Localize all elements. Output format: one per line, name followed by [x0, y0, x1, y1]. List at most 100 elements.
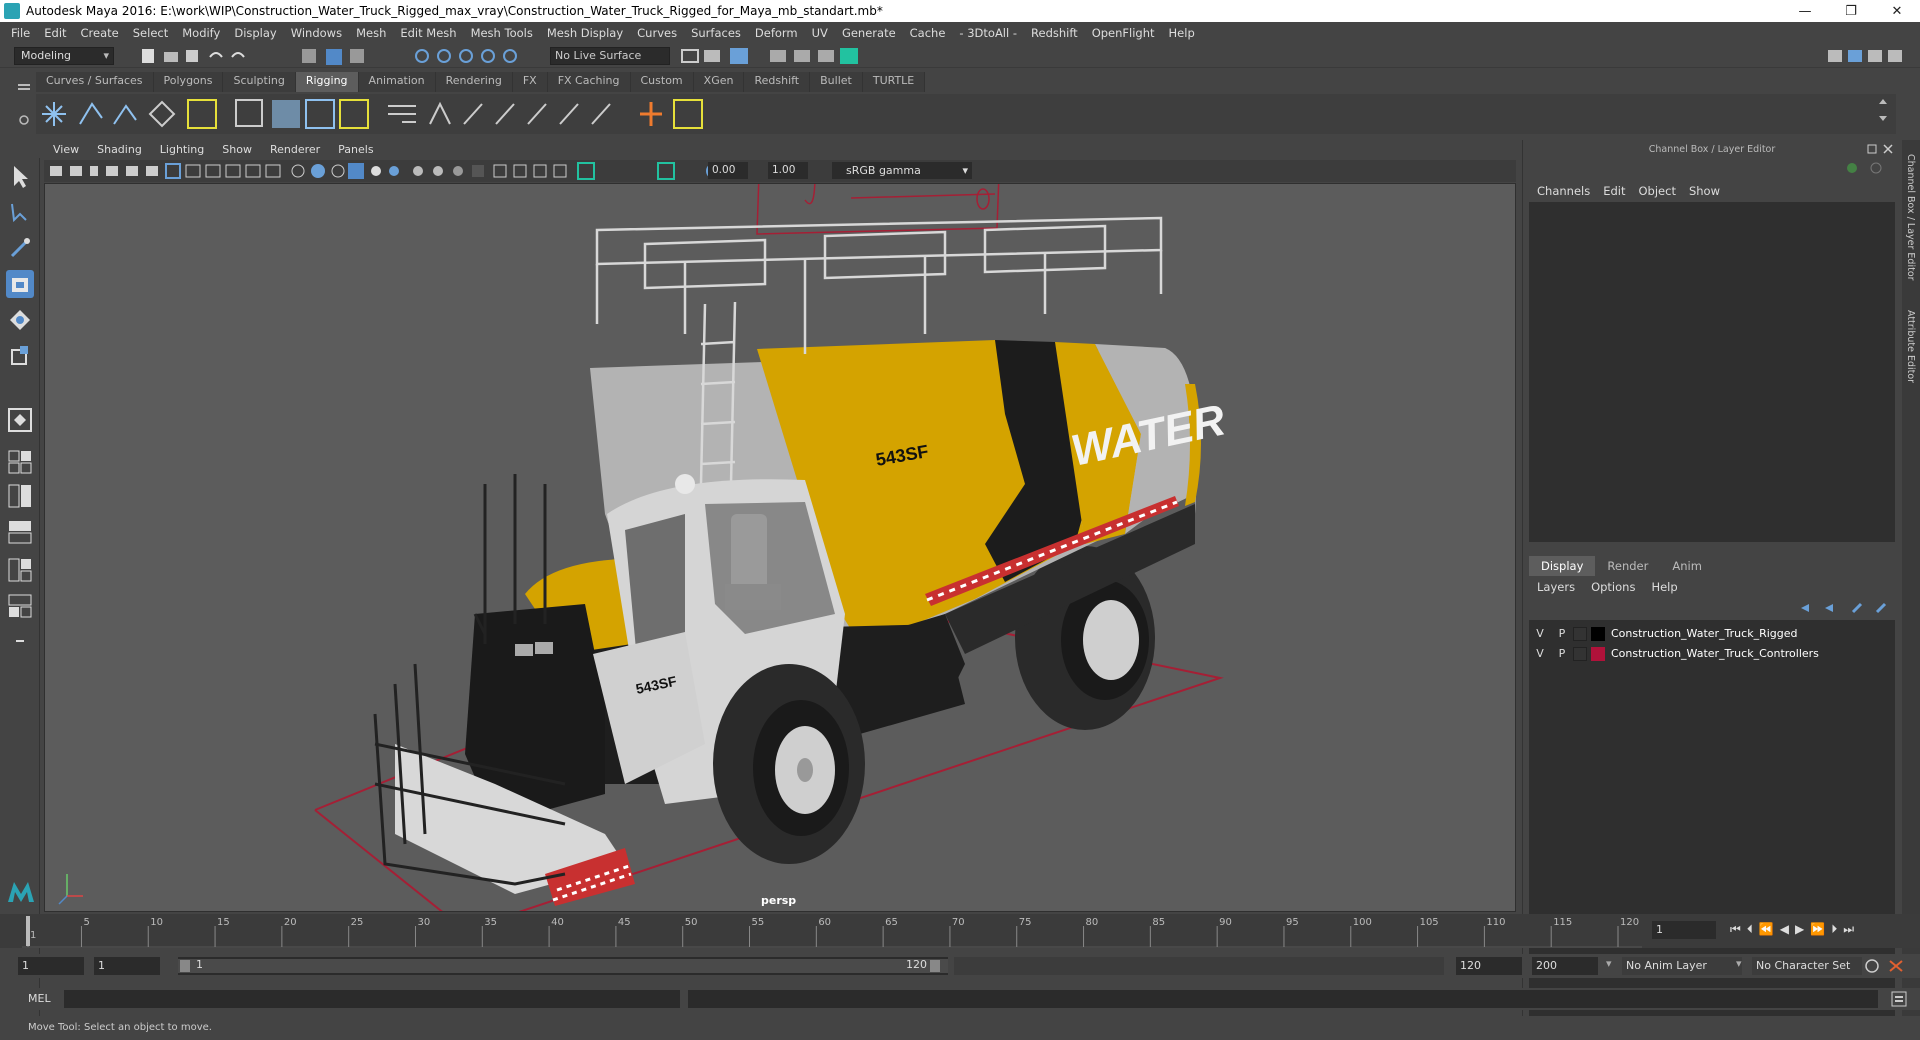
layer-row[interactable]: V P Construction_Water_Truck_Controllers: [1529, 644, 1895, 663]
menu-curves[interactable]: Curves: [630, 26, 684, 40]
menu-windows[interactable]: Windows: [284, 26, 349, 40]
select-tool-icon[interactable]: [6, 162, 34, 190]
menu-mesh[interactable]: Mesh: [349, 26, 393, 40]
panel-menu-show[interactable]: Show: [213, 143, 261, 156]
collapse-toolbox-icon[interactable]: [6, 628, 34, 656]
perspective-viewport[interactable]: WATER 543SF 543SF persp: [44, 183, 1516, 912]
menu-display[interactable]: Display: [227, 26, 283, 40]
layer-playback-toggle[interactable]: P: [1551, 647, 1573, 660]
exposure-field[interactable]: 0.00: [708, 162, 748, 179]
character-set-select[interactable]: No Character Set: [1752, 957, 1862, 975]
shelf-tab-fx-caching[interactable]: FX Caching: [547, 72, 631, 92]
color-space-select[interactable]: sRGB gamma ▾: [832, 162, 972, 179]
menu-uv[interactable]: UV: [805, 26, 835, 40]
menu-modify[interactable]: Modify: [175, 26, 227, 40]
panel-menu-lighting[interactable]: Lighting: [151, 143, 213, 156]
go-to-start-icon[interactable]: ⏮: [1730, 922, 1741, 937]
shelf-menu-toggle[interactable]: [14, 76, 34, 136]
step-forward-frame-icon[interactable]: ⏵: [1831, 922, 1837, 937]
cb-menu-channels[interactable]: Channels: [1533, 184, 1599, 198]
playback-end-field[interactable]: 120: [1456, 957, 1522, 975]
chevron-down-icon[interactable]: ▾: [1736, 957, 1742, 970]
channels-list-area[interactable]: [1529, 202, 1895, 542]
mode-selector[interactable]: Modeling: [14, 47, 114, 65]
layout-outliner-icon[interactable]: [6, 518, 34, 546]
menu-generate[interactable]: Generate: [835, 26, 903, 40]
live-surface-field[interactable]: No Live Surface: [550, 47, 670, 65]
cb-menu-show[interactable]: Show: [1685, 184, 1729, 198]
time-slider[interactable]: 1 5 10 15 20 25 30 35 40 45 50 55 60 65 70 75 80 85 90 95 10…: [0, 914, 1920, 948]
layer-color-swatch[interactable]: [1591, 626, 1605, 641]
lasso-tool-icon[interactable]: [6, 198, 34, 226]
menu-openflight[interactable]: OpenFlight: [1085, 26, 1162, 40]
panel-menu-renderer[interactable]: Renderer: [261, 143, 329, 156]
menu-file[interactable]: File: [4, 26, 37, 40]
scale-tool-icon[interactable]: [6, 342, 34, 370]
layer-menu-options[interactable]: Options: [1587, 580, 1647, 594]
menu-help[interactable]: Help: [1162, 26, 1202, 40]
animation-start-field[interactable]: 1: [18, 957, 84, 975]
range-start-handle[interactable]: [180, 960, 190, 972]
layer-menu-layers[interactable]: Layers: [1533, 580, 1587, 594]
menu-redshift[interactable]: Redshift: [1024, 26, 1085, 40]
script-editor-icon[interactable]: [1890, 990, 1908, 1008]
layer-row[interactable]: V P Construction_Water_Truck_Rigged: [1529, 624, 1895, 643]
layer-visibility-toggle[interactable]: V: [1529, 647, 1551, 660]
cb-menu-edit[interactable]: Edit: [1599, 184, 1634, 198]
minimize-button[interactable]: —: [1782, 0, 1828, 22]
range-end-handle[interactable]: [930, 960, 940, 972]
play-forwards-icon[interactable]: ▶: [1795, 922, 1804, 937]
layer-display-type[interactable]: [1573, 626, 1587, 641]
anim-layer-select[interactable]: No Anim Layer: [1622, 957, 1742, 975]
playback-start-field[interactable]: 1: [94, 957, 160, 975]
panel-menu-panels[interactable]: Panels: [329, 143, 382, 156]
shelf-tab-polygons[interactable]: Polygons: [153, 72, 224, 92]
shelf-tab-bullet[interactable]: Bullet: [810, 72, 863, 92]
step-back-frame-icon[interactable]: ⏴: [1747, 922, 1753, 937]
menu-mesh-tools[interactable]: Mesh Tools: [464, 26, 540, 40]
layer-tab-render[interactable]: Render: [1595, 556, 1660, 576]
shelf-tab-redshift[interactable]: Redshift: [744, 72, 811, 92]
side-tab-attribute-editor[interactable]: Attribute Editor: [1905, 310, 1916, 383]
step-forward-key-icon[interactable]: ⏩: [1810, 922, 1825, 937]
layout-two-view-icon[interactable]: [6, 482, 34, 510]
layer-color-swatch[interactable]: [1591, 646, 1605, 661]
range-slider[interactable]: 1 120: [178, 957, 948, 975]
restore-button[interactable]: ❐: [1828, 0, 1874, 22]
menu-deform[interactable]: Deform: [748, 26, 805, 40]
layer-visibility-toggle[interactable]: V: [1529, 627, 1551, 640]
layer-display-type[interactable]: [1573, 646, 1587, 661]
move-tool-icon[interactable]: [6, 270, 34, 298]
shelf-tab-custom[interactable]: Custom: [630, 72, 694, 92]
panel-menu-view[interactable]: View: [44, 143, 88, 156]
cb-menu-object[interactable]: Object: [1635, 184, 1685, 198]
panel-menu-shading[interactable]: Shading: [88, 143, 151, 156]
shelf-tab-sculpting[interactable]: Sculpting: [223, 72, 296, 92]
side-tab-channel-box[interactable]: Channel Box / Layer Editor: [1905, 154, 1916, 281]
current-frame-field[interactable]: 1: [1652, 921, 1716, 939]
gamma-field[interactable]: 1.00: [768, 162, 808, 179]
shelf-tab-rendering[interactable]: Rendering: [435, 72, 513, 92]
go-to-end-icon[interactable]: ⏭: [1843, 922, 1854, 937]
menu-edit[interactable]: Edit: [37, 26, 73, 40]
animation-end-field[interactable]: 200: [1532, 957, 1598, 975]
menu-3dtoall[interactable]: - 3DtoAll -: [952, 26, 1024, 40]
layer-menu-help[interactable]: Help: [1647, 580, 1689, 594]
shelf-scroll-icon[interactable]: [1876, 96, 1890, 132]
shelf-tab-fx[interactable]: FX: [512, 72, 548, 92]
layout-hypershade-icon[interactable]: [6, 592, 34, 620]
layout-graph-icon[interactable]: [6, 556, 34, 584]
rotate-tool-icon[interactable]: [6, 306, 34, 334]
layer-playback-toggle[interactable]: P: [1551, 627, 1573, 640]
shelf-tab-turtle[interactable]: TURTLE: [862, 72, 926, 92]
mel-command-input[interactable]: [64, 990, 680, 1008]
layer-tab-display[interactable]: Display: [1529, 556, 1596, 576]
shelf-tab-animation[interactable]: Animation: [358, 72, 436, 92]
menu-surfaces[interactable]: Surfaces: [684, 26, 748, 40]
layout-four-view-icon[interactable]: [6, 448, 34, 476]
shelf-tab-xgen[interactable]: XGen: [693, 72, 745, 92]
menu-select[interactable]: Select: [126, 26, 175, 40]
paint-select-tool-icon[interactable]: [6, 234, 34, 262]
close-button[interactable]: ✕: [1874, 0, 1920, 22]
step-back-key-icon[interactable]: ⏪: [1759, 922, 1774, 937]
